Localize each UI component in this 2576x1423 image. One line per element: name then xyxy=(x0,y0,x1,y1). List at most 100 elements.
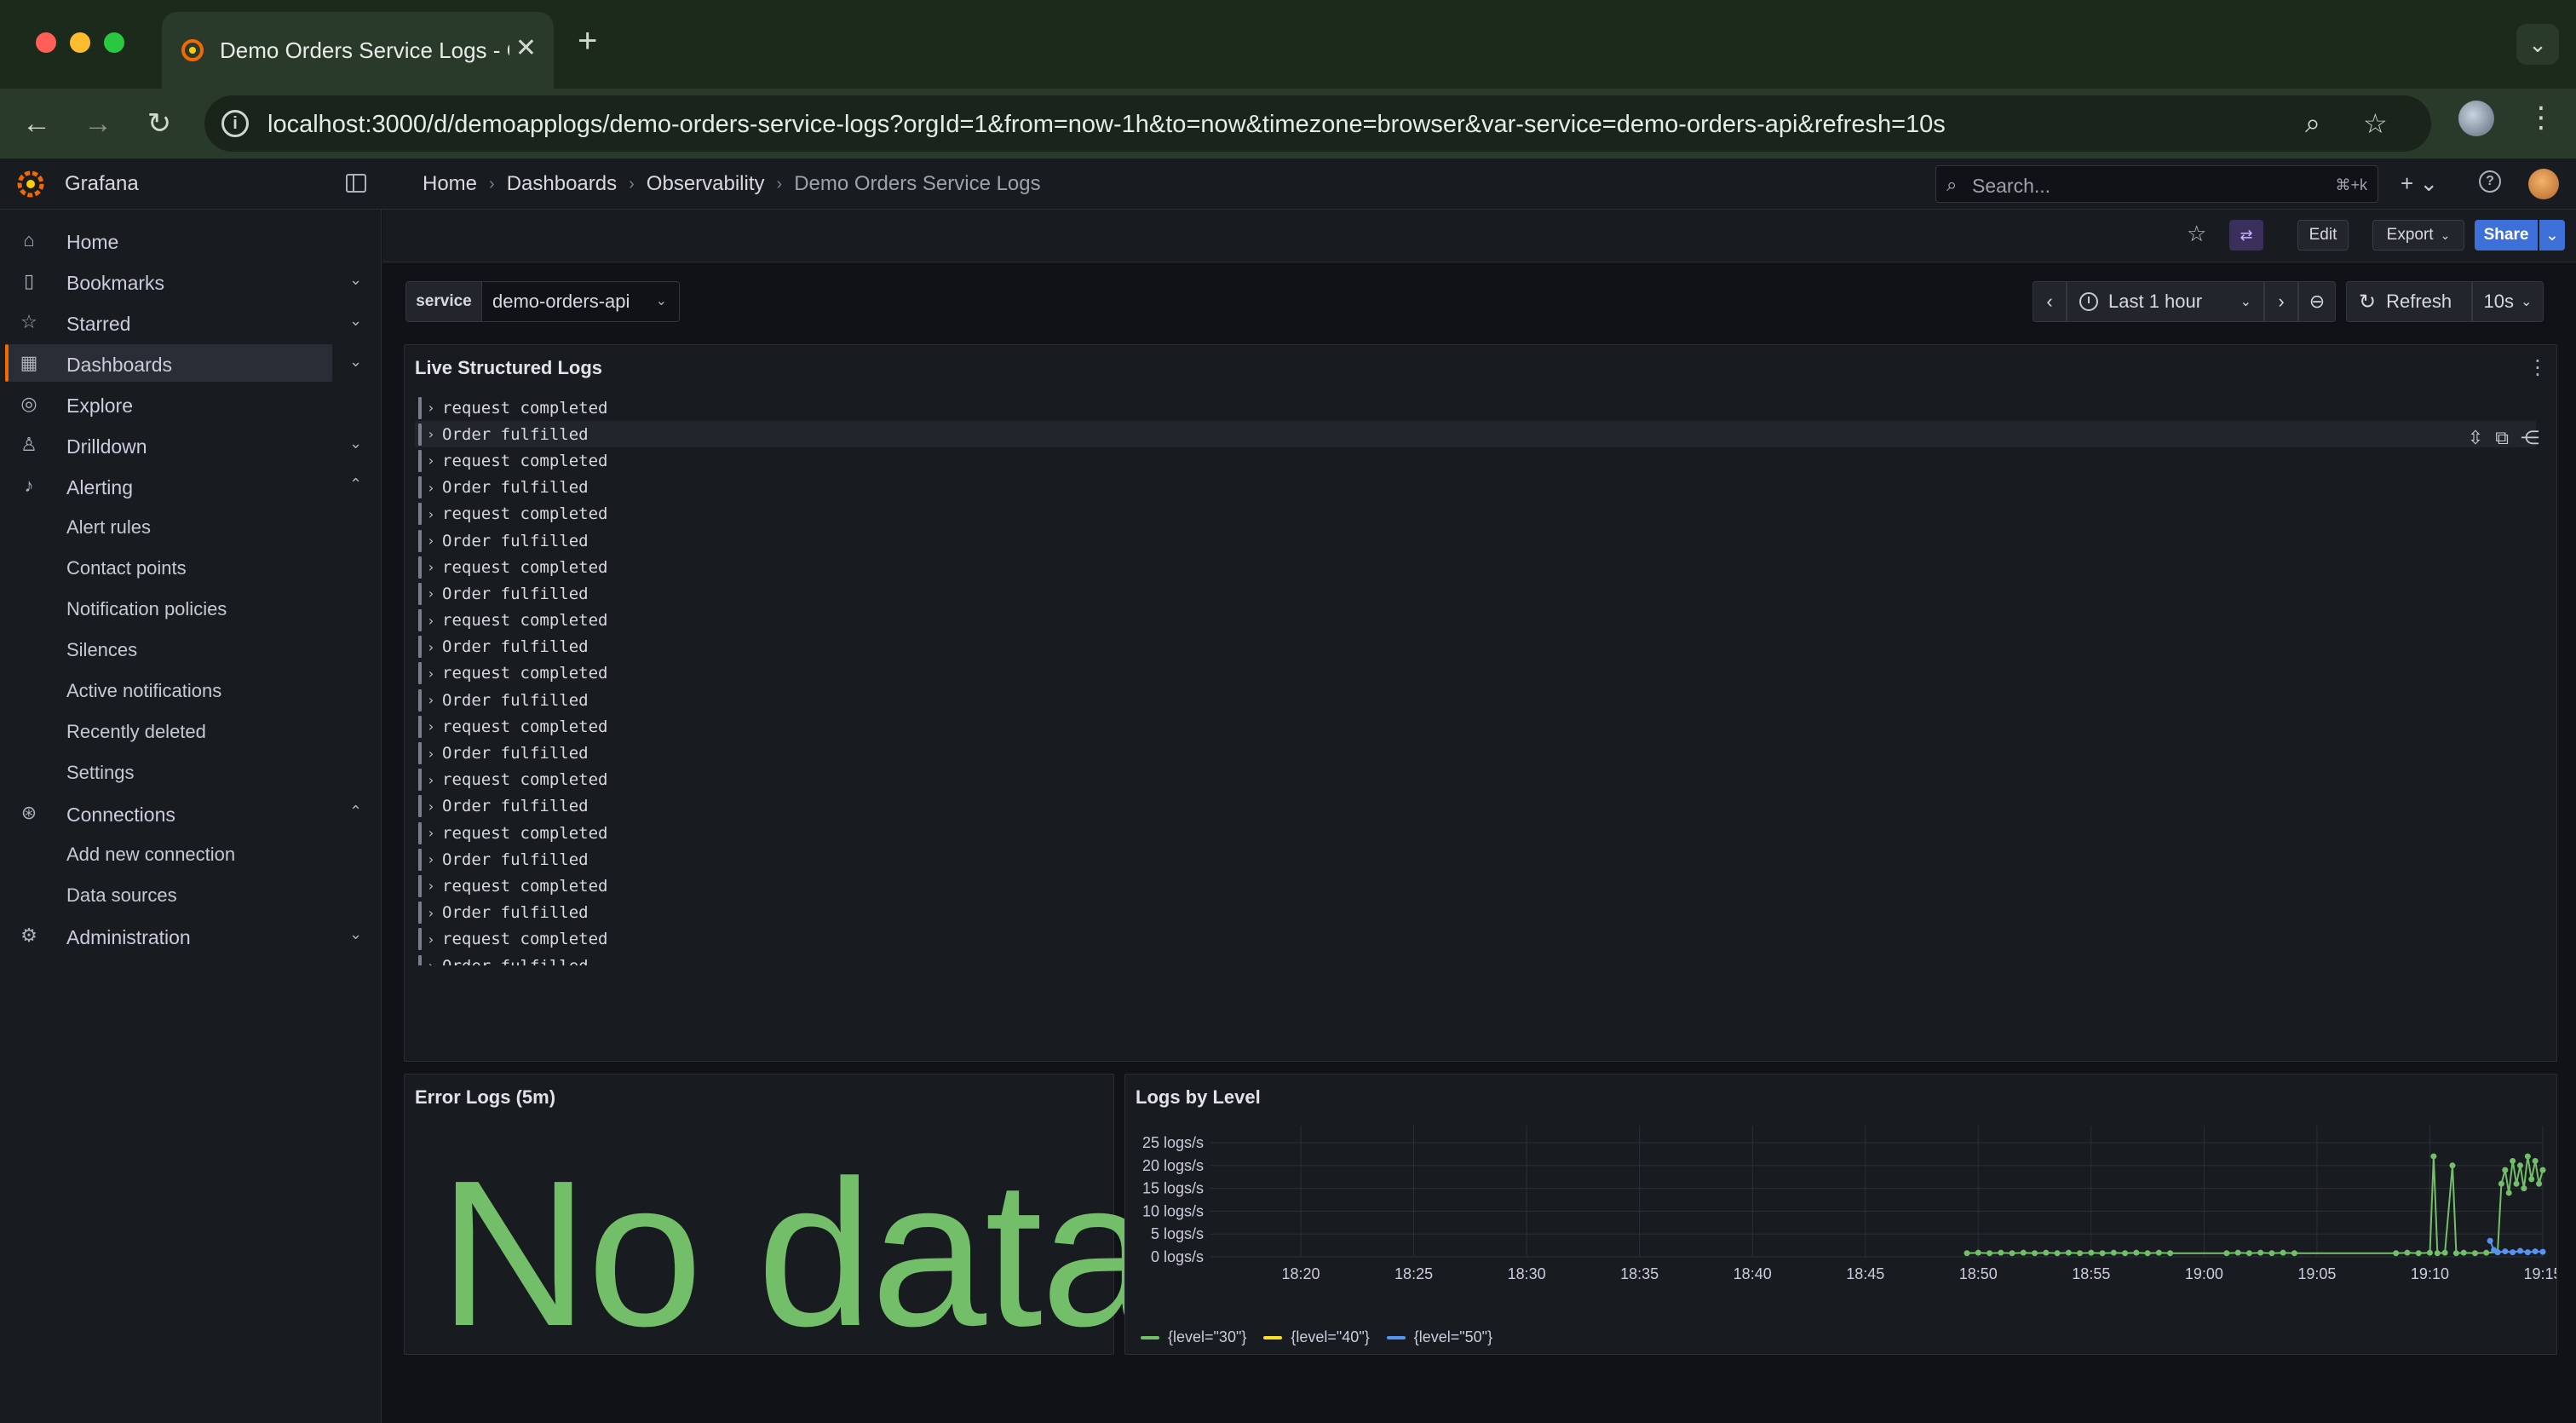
legend-item[interactable]: {level="40"} xyxy=(1263,1328,1370,1346)
chevron-right-icon[interactable]: › xyxy=(427,559,442,575)
logs-by-level-chart[interactable]: 0 logs/s 5 logs/s 10 logs/s 15 logs/s 20 log… xyxy=(1125,1109,2556,1356)
zoom-icon[interactable]: ⌕ xyxy=(2305,107,2320,140)
copy-icon[interactable]: ⧉ xyxy=(2495,427,2509,449)
dock-menu-icon[interactable] xyxy=(346,174,366,193)
log-row[interactable]: › request completed xyxy=(415,873,2536,899)
sidebar-item-explore[interactable]: ◎ Explore xyxy=(9,385,332,423)
maximize-window-button[interactable] xyxy=(104,32,124,53)
chevron-right-icon[interactable]: › xyxy=(427,746,442,762)
chevron-down-icon[interactable]: ⌄ xyxy=(349,925,362,943)
log-row[interactable]: › request completed xyxy=(415,395,2536,421)
back-arrow-icon[interactable]: ← xyxy=(15,102,58,145)
sidebar-item-add-new-connection[interactable]: Add new connection xyxy=(66,844,235,866)
chevron-right-icon[interactable]: › xyxy=(427,718,442,735)
chevron-right-icon[interactable]: › xyxy=(427,772,442,788)
address-bar[interactable]: i localhost:3000/d/demoapplogs/demo-orde… xyxy=(204,95,2431,152)
log-row[interactable]: ›Order fulfilled xyxy=(415,846,2536,873)
sidebar-item-settings[interactable]: Settings xyxy=(66,762,135,784)
forward-arrow-icon[interactable]: → xyxy=(77,102,119,145)
search-input[interactable]: ⌕ Search... ⌘+k xyxy=(1935,165,2378,203)
sidebar-item-active-notifications[interactable]: Active notifications xyxy=(66,680,221,702)
log-row[interactable]: ›Order fulfilled xyxy=(415,580,2536,607)
log-row[interactable]: › request completed xyxy=(415,501,2536,527)
log-row[interactable]: › request completed xyxy=(415,713,2536,740)
sidebar-item-data-sources[interactable]: Data sources xyxy=(66,884,177,907)
time-shift-forward-button[interactable]: › xyxy=(2264,281,2298,322)
log-row[interactable]: ›Order fulfilled xyxy=(415,634,2536,660)
time-range-picker[interactable]: Last 1 hour ⌄ xyxy=(2067,281,2264,322)
grafana-logo-icon[interactable] xyxy=(15,169,46,199)
breadcrumb-home[interactable]: Home xyxy=(423,172,477,196)
sidebar-item-dashboards[interactable]: ▦ Dashboards ⌄ xyxy=(5,344,362,382)
share-dropdown-button[interactable]: ⌄ xyxy=(2539,220,2565,251)
browser-tab[interactable]: Demo Orders Service Logs - Grafana ✕ xyxy=(162,12,554,89)
breadcrumb-observability[interactable]: Observability xyxy=(647,172,765,196)
log-row[interactable]: ›Order fulfilled xyxy=(415,687,2536,713)
log-row[interactable]: › request completed xyxy=(415,554,2536,580)
chevron-right-icon[interactable]: › xyxy=(427,905,442,921)
sidebar-item-connections[interactable]: ⊛ Connections ⌃ xyxy=(9,794,362,832)
chevron-right-icon[interactable]: › xyxy=(427,958,442,965)
log-row[interactable]: ›Order fulfilled xyxy=(415,793,2536,820)
browser-menu-icon[interactable]: ⋮ xyxy=(2527,101,2556,135)
edit-button[interactable]: Edit xyxy=(2297,220,2349,251)
chevron-right-icon[interactable]: › xyxy=(427,851,442,867)
reload-icon[interactable]: ↻ xyxy=(138,102,181,145)
log-row[interactable]: ›Order fulfilled xyxy=(415,740,2536,766)
chevron-down-icon[interactable]: ⌄ xyxy=(349,435,362,452)
sidebar-item-bookmarks[interactable]: ▯ Bookmarks ⌄ xyxy=(9,262,362,300)
chevron-right-icon[interactable]: › xyxy=(427,480,442,496)
log-row[interactable]: ›Order fulfilled xyxy=(415,953,2536,965)
chevron-down-icon[interactable]: ⌄ xyxy=(349,312,362,330)
chevron-right-icon[interactable]: › xyxy=(427,613,442,629)
refresh-button[interactable]: ↻ Refresh xyxy=(2346,281,2472,322)
chevron-right-icon[interactable]: › xyxy=(427,400,442,416)
chevron-right-icon[interactable]: › xyxy=(427,798,442,815)
log-row[interactable]: ›Order fulfilled xyxy=(415,421,2536,448)
help-icon[interactable]: ? xyxy=(2479,170,2501,193)
minimize-window-button[interactable] xyxy=(70,32,90,53)
panel-menu-icon[interactable]: ⋮ xyxy=(2527,355,2548,380)
chevron-down-icon[interactable]: ⌄ xyxy=(349,271,362,289)
log-row[interactable]: › request completed xyxy=(415,608,2536,634)
chevron-right-icon[interactable]: › xyxy=(427,426,442,442)
sidebar-item-home[interactable]: ⌂ Home xyxy=(9,222,332,259)
profile-avatar[interactable] xyxy=(2458,101,2494,136)
log-row[interactable]: › request completed xyxy=(415,767,2536,793)
user-avatar[interactable] xyxy=(2528,169,2559,199)
log-row[interactable]: ›Order fulfilled xyxy=(415,475,2536,501)
chevron-right-icon[interactable]: › xyxy=(427,506,442,522)
tab-close-icon[interactable]: ✕ xyxy=(515,36,537,61)
log-row[interactable]: ›Order fulfilled xyxy=(415,900,2536,926)
chevron-right-icon[interactable]: › xyxy=(427,692,442,708)
service-variable-select[interactable]: demo-orders-api ⌄ xyxy=(482,281,680,322)
new-tab-button[interactable]: + xyxy=(578,24,597,58)
zoom-out-icon[interactable]: ⊖ xyxy=(2298,281,2336,322)
chevron-up-icon[interactable]: ⌃ xyxy=(349,475,362,493)
log-row[interactable]: › request completed xyxy=(415,660,2536,687)
chevron-right-icon[interactable]: › xyxy=(427,533,442,549)
chevron-right-icon[interactable]: › xyxy=(427,585,442,602)
export-button[interactable]: Export ⌄ xyxy=(2372,220,2464,251)
sidebar-item-contact-points[interactable]: Contact points xyxy=(66,557,187,579)
log-row[interactable]: › request completed xyxy=(415,926,2536,953)
chevron-down-icon[interactable]: ⌄ xyxy=(349,353,362,371)
refresh-interval-picker[interactable]: 10s ⌄ xyxy=(2472,281,2544,322)
sidebar-item-administration[interactable]: ⚙ Administration ⌄ xyxy=(9,917,362,954)
sidebar-item-starred[interactable]: ☆ Starred ⌄ xyxy=(9,303,362,341)
chevron-right-icon[interactable]: › xyxy=(427,452,442,469)
breadcrumb-dashboards[interactable]: Dashboards xyxy=(507,172,617,196)
expand-icon[interactable]: ⇳ xyxy=(2468,427,2483,449)
chevron-right-icon[interactable]: › xyxy=(427,878,442,894)
share-button[interactable]: Share xyxy=(2475,220,2538,251)
log-row[interactable]: › request completed xyxy=(415,820,2536,846)
log-row[interactable]: ›Order fulfilled xyxy=(415,527,2536,554)
legend-item[interactable]: {level="30"} xyxy=(1141,1328,1246,1346)
legend-item[interactable]: {level="50"} xyxy=(1386,1328,1492,1346)
sidebar-item-notification-policies[interactable]: Notification policies xyxy=(66,598,227,620)
log-row[interactable]: › request completed xyxy=(415,447,2536,474)
new-menu-button[interactable]: + ⌄ xyxy=(2401,170,2438,197)
site-info-icon[interactable]: i xyxy=(221,110,249,137)
share-link-icon[interactable]: ⋲ xyxy=(2521,427,2539,449)
sidebar-item-drilldown[interactable]: ♙ Drilldown ⌄ xyxy=(9,426,362,464)
